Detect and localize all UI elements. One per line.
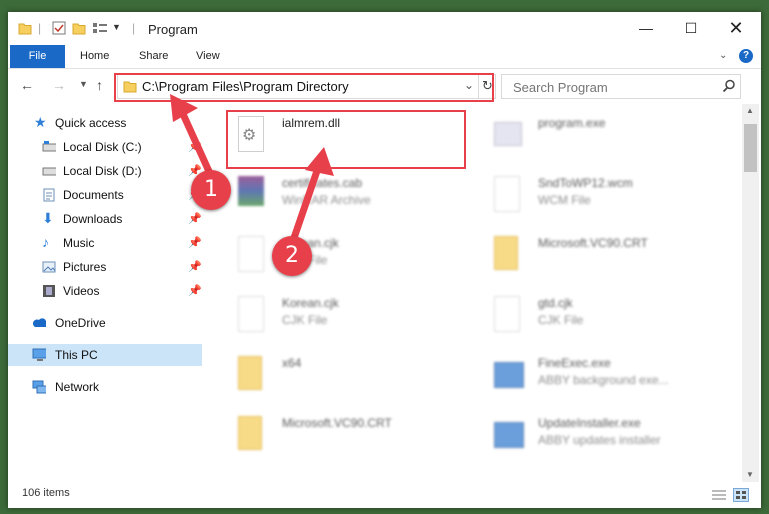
annotation-arrows [170,94,334,242]
step-1-badge: 1 [191,170,231,210]
step-2-badge: 2 [272,236,312,276]
